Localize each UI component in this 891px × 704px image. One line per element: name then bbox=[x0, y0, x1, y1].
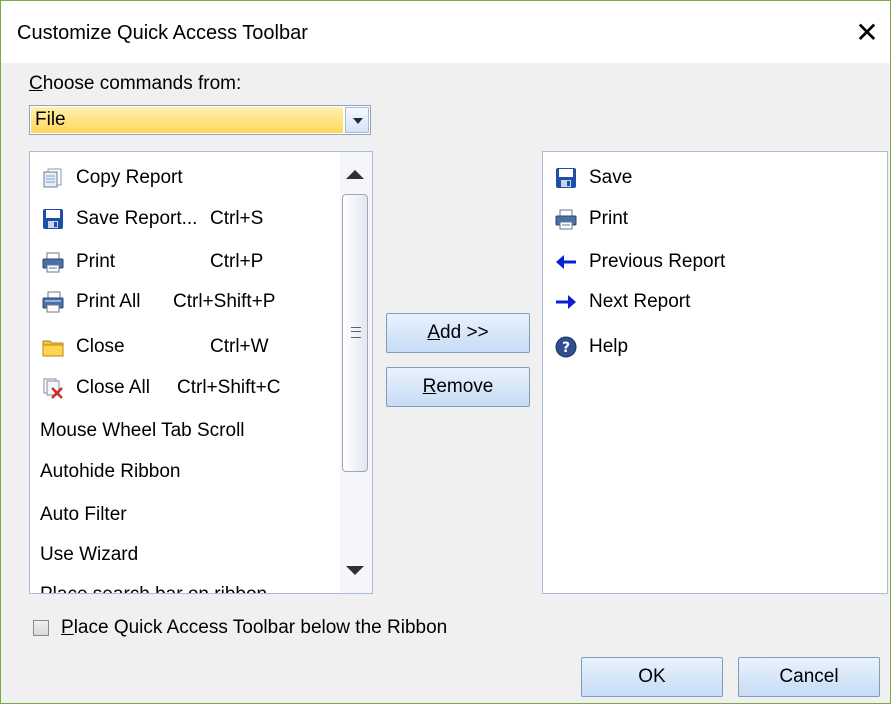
chevron-down-icon[interactable] bbox=[345, 107, 369, 133]
folder-icon bbox=[42, 340, 64, 357]
svg-text:?: ? bbox=[562, 340, 570, 356]
arrow-right-icon bbox=[556, 295, 576, 309]
list-item-label: Autohide Ribbon bbox=[40, 461, 181, 482]
list-item-shortcut: Ctrl+W bbox=[210, 336, 269, 357]
grip-icon bbox=[351, 327, 361, 338]
add-button-access-key: A bbox=[427, 322, 441, 343]
copy-report-icon bbox=[43, 168, 62, 188]
remove-button-access-key: R bbox=[422, 376, 437, 397]
scroll-up-arrow-icon[interactable] bbox=[346, 170, 364, 179]
choose-commands-label: Choose commands from: bbox=[29, 73, 241, 95]
dialog-title: Customize Quick Access Toolbar bbox=[17, 22, 308, 44]
list-item-label: Auto Filter bbox=[40, 504, 127, 525]
remove-button[interactable]: Remove bbox=[386, 367, 530, 407]
list-item-label: Previous Report bbox=[589, 251, 726, 272]
list-item-label: Mouse Wheel Tab Scroll bbox=[40, 420, 245, 441]
close-all-icon bbox=[43, 378, 63, 399]
list-item-label: Print bbox=[76, 251, 116, 272]
cancel-button[interactable]: Cancel bbox=[738, 657, 880, 697]
save-icon bbox=[556, 168, 576, 188]
add-button[interactable]: Add >> bbox=[386, 313, 530, 353]
scroll-down-arrow-icon[interactable] bbox=[346, 566, 364, 575]
printer-icon bbox=[555, 209, 577, 230]
list-item-label: Close All bbox=[76, 377, 150, 398]
print-all-icon bbox=[42, 291, 64, 313]
list-item-shortcut: Ctrl+P bbox=[210, 251, 264, 272]
list-item-shortcut: Ctrl+Shift+C bbox=[177, 377, 281, 398]
ok-button[interactable]: OK bbox=[581, 657, 723, 697]
available-commands-list[interactable]: Copy Report Save Report... Ctrl+S Print … bbox=[29, 151, 373, 594]
list-item-label: Print bbox=[589, 208, 629, 229]
list-item-label: Help bbox=[589, 336, 629, 357]
title-bar: Customize Quick Access Toolbar ✕ bbox=[1, 1, 890, 63]
list-item-shortcut: Ctrl+S bbox=[210, 208, 264, 229]
below-ribbon-checkbox[interactable] bbox=[33, 620, 49, 636]
list-item-label: Save bbox=[589, 167, 633, 188]
save-icon bbox=[43, 209, 63, 229]
printer-icon bbox=[42, 252, 64, 273]
commands-source-selected[interactable]: File bbox=[31, 107, 343, 133]
below-ribbon-label-text: lace Quick Access Toolbar below the Ribb… bbox=[73, 617, 448, 638]
add-button-label: dd >> bbox=[440, 322, 489, 343]
customize-quick-access-toolbar-dialog: Customize Quick Access Toolbar ✕ Choose … bbox=[0, 0, 891, 704]
list-item-shortcut: Ctrl+Shift+P bbox=[173, 291, 276, 312]
commands-source-dropdown[interactable]: File bbox=[29, 105, 371, 135]
choose-commands-label-text: hoose commands from: bbox=[42, 73, 242, 94]
choose-commands-label-access-key: C bbox=[29, 73, 43, 94]
quick-access-toolbar-list[interactable]: Save Print Previous Report Next Report ?… bbox=[542, 151, 888, 594]
list-item-label: Next Report bbox=[589, 291, 691, 312]
close-icon[interactable]: ✕ bbox=[847, 13, 887, 53]
list-item-label: Save Report... bbox=[76, 208, 198, 229]
list-item-label: Print All bbox=[76, 291, 141, 312]
list-item-label: Use Wizard bbox=[40, 544, 139, 565]
vertical-scrollbar[interactable] bbox=[340, 152, 372, 593]
below-ribbon-access-key: P bbox=[61, 617, 74, 638]
list-item-label: Place search bar on ribbon bbox=[40, 580, 267, 593]
list-item-label: Close bbox=[76, 336, 125, 357]
below-ribbon-checkbox-label[interactable]: Place Quick Access Toolbar below the Rib… bbox=[61, 617, 447, 639]
scrollbar-thumb[interactable] bbox=[342, 194, 368, 472]
arrow-left-icon bbox=[556, 255, 576, 269]
list-item-label: Copy Report bbox=[76, 167, 183, 188]
remove-button-label: emove bbox=[436, 376, 494, 397]
help-icon: ? bbox=[555, 336, 577, 358]
